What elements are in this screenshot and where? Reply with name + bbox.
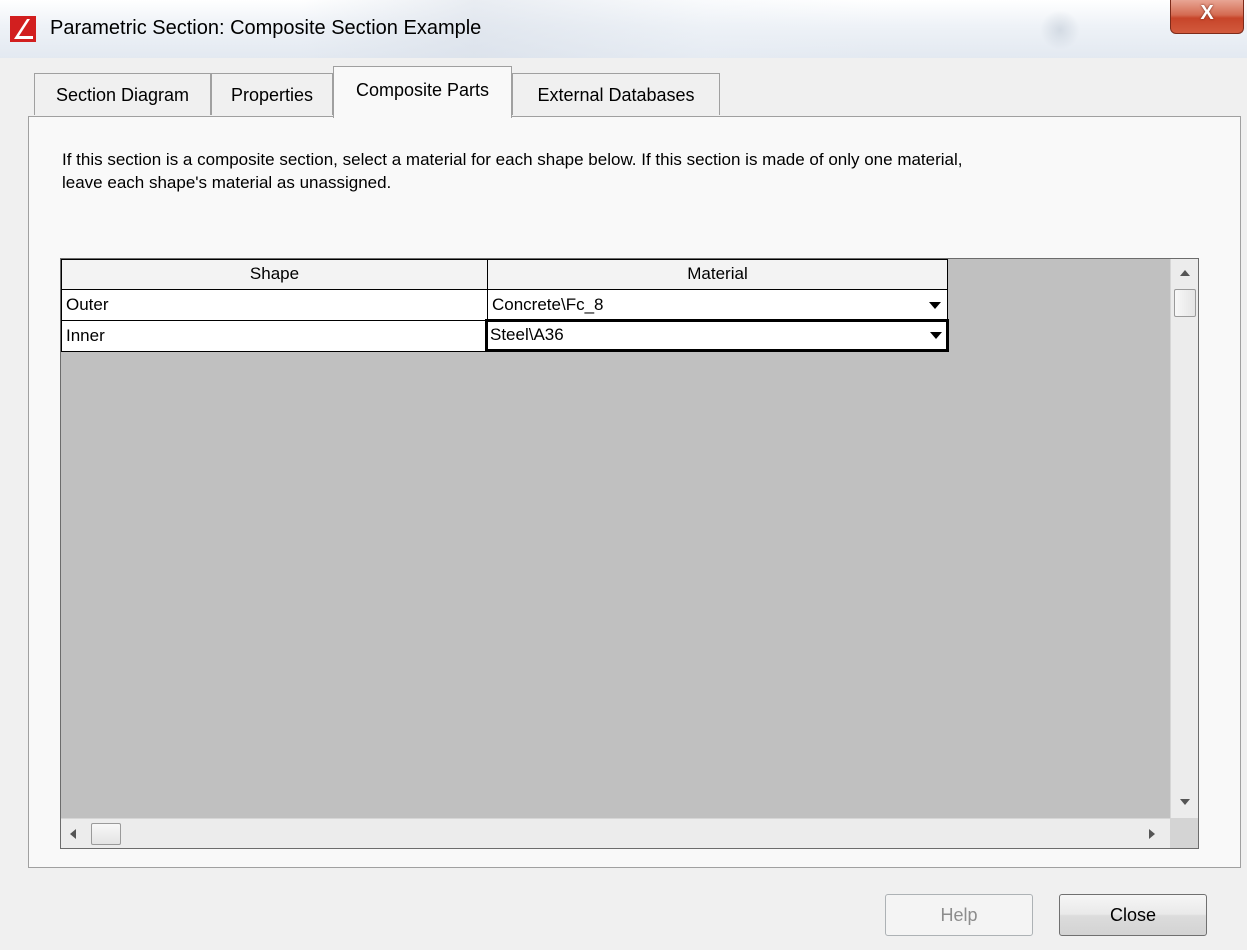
title-bar: Parametric Section: Composite Section Ex… — [0, 0, 1247, 58]
column-header-shape[interactable]: Shape — [61, 259, 488, 290]
window-title: Parametric Section: Composite Section Ex… — [50, 17, 482, 39]
dropdown-arrow-icon[interactable] — [930, 332, 942, 339]
tab-label: Composite Parts — [355, 80, 490, 100]
composite-parts-grid: Shape Material Outer Concrete\Fc_8 Inner… — [60, 258, 1199, 849]
close-icon: X — [1200, 2, 1214, 24]
scroll-up-arrow-icon[interactable] — [1180, 270, 1190, 276]
horizontal-scroll-thumb[interactable] — [91, 823, 121, 845]
instructions-line-1: If this section is a composite section, … — [62, 150, 963, 169]
cell-shape-inner[interactable]: Inner — [61, 320, 488, 352]
instructions-line-2: leave each shape's material as unassigne… — [62, 173, 392, 192]
tab-label: External Databases — [537, 85, 695, 105]
material-dropdown-outer[interactable]: Concrete\Fc_8 — [487, 289, 948, 321]
tab-external-databases[interactable]: External Databases — [512, 73, 720, 115]
app-logo-icon — [10, 16, 36, 42]
help-button-label: Help — [940, 905, 978, 925]
title-bar-glass-spot — [1040, 10, 1080, 50]
scrollbar-corner — [1170, 818, 1198, 848]
instructions-text: If this section is a composite section, … — [62, 148, 1182, 194]
scroll-right-arrow-icon[interactable] — [1149, 829, 1155, 839]
tab-properties[interactable]: Properties — [211, 73, 333, 115]
tab-label: Section Diagram — [55, 85, 190, 105]
tab-section-diagram[interactable]: Section Diagram — [34, 73, 211, 115]
tab-label: Properties — [230, 85, 314, 105]
close-button-label: Close — [1109, 905, 1157, 925]
vertical-scroll-thumb[interactable] — [1174, 289, 1196, 317]
material-dropdown-inner[interactable]: Steel\A36 — [485, 319, 949, 352]
tab-composite-parts[interactable]: Composite Parts — [333, 66, 512, 118]
dropdown-arrow-icon[interactable] — [929, 302, 941, 309]
vertical-scrollbar[interactable] — [1170, 259, 1198, 820]
material-value: Steel\A36 — [490, 325, 564, 344]
column-header-material[interactable]: Material — [487, 259, 948, 290]
scroll-left-arrow-icon[interactable] — [70, 829, 76, 839]
close-button[interactable]: Close — [1059, 894, 1207, 936]
cell-shape-outer[interactable]: Outer — [61, 289, 488, 321]
scroll-down-arrow-icon[interactable] — [1180, 799, 1190, 805]
material-value: Concrete\Fc_8 — [492, 295, 604, 314]
help-button[interactable]: Help — [885, 894, 1033, 936]
window-close-button[interactable]: X — [1170, 0, 1244, 34]
horizontal-scrollbar[interactable] — [61, 818, 1170, 848]
